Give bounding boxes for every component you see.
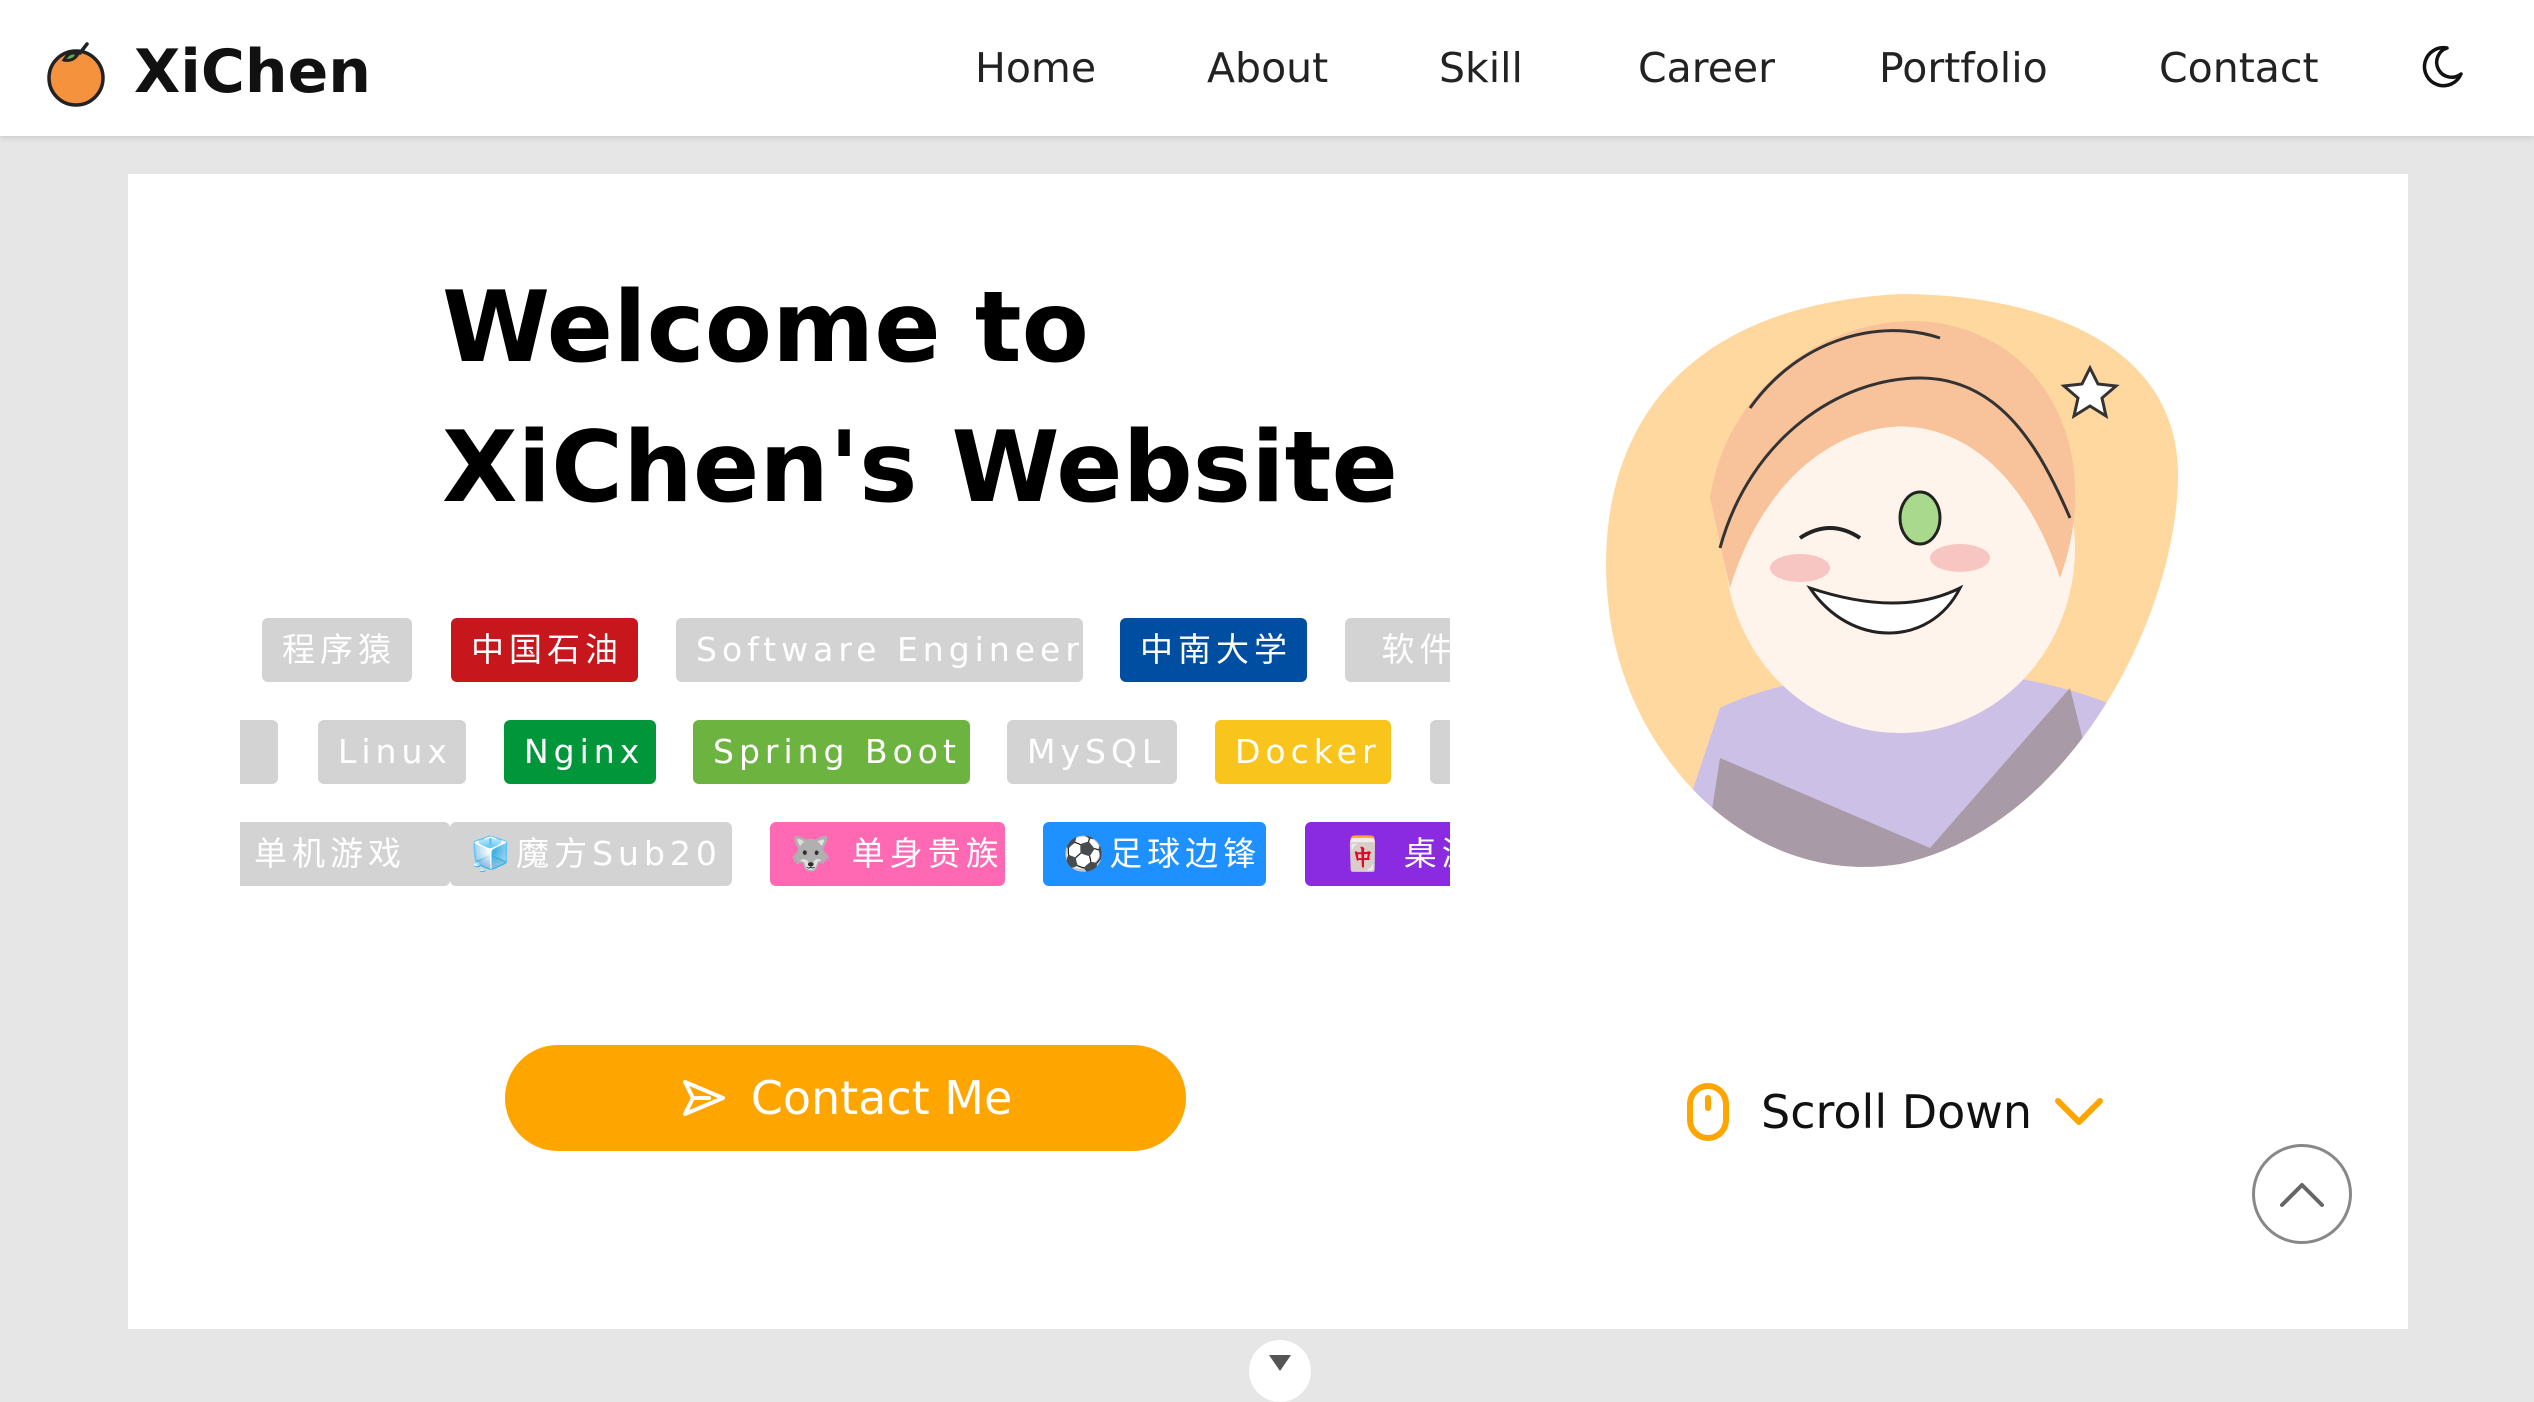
tag: 中国石油 bbox=[451, 618, 638, 682]
nav-portfolio[interactable]: Portfolio bbox=[1879, 44, 2048, 92]
send-icon bbox=[682, 1080, 725, 1116]
tag: MySQL bbox=[1007, 720, 1177, 784]
contact-me-button[interactable]: Contact Me bbox=[505, 1045, 1186, 1151]
next-section-button[interactable] bbox=[1249, 1340, 1311, 1402]
mouse-icon bbox=[1687, 1083, 1729, 1141]
chevron-up-icon bbox=[2280, 1183, 2324, 1207]
avatar bbox=[1606, 294, 2179, 867]
hero-title-line1: Welcome to bbox=[442, 271, 1089, 385]
tag: 🐺 单身贵族 bbox=[770, 822, 1005, 886]
chevron-down-icon bbox=[1269, 1355, 1291, 1371]
tag: 🀄 桌游达 bbox=[1305, 822, 1450, 886]
brand[interactable]: XiChen bbox=[40, 32, 371, 112]
nav-about[interactable]: About bbox=[1207, 44, 1328, 92]
nav-home[interactable]: Home bbox=[975, 44, 1096, 92]
tag: 程序猿 bbox=[262, 618, 412, 682]
tag: 中南大学 bbox=[1120, 618, 1307, 682]
tag: Spring Boot bbox=[693, 720, 970, 784]
tag-cloud: 程序猿 中国石油 Software Engineer 中南大学 软件工 本 Li… bbox=[240, 612, 1450, 892]
tag: 🧊魔方Sub20 bbox=[450, 822, 732, 886]
moon-icon[interactable] bbox=[2417, 42, 2467, 92]
tag: Software Engineer bbox=[676, 618, 1083, 682]
back-to-top-button[interactable] bbox=[2252, 1144, 2352, 1244]
tag: ⚽足球边锋 bbox=[1043, 822, 1266, 886]
brand-name: XiChen bbox=[134, 37, 371, 107]
tag: Linux bbox=[318, 720, 466, 784]
contact-me-label: Contact Me bbox=[750, 1071, 1013, 1125]
scroll-down[interactable]: Scroll Down bbox=[1685, 1072, 2104, 1152]
tag: Docker bbox=[1215, 720, 1391, 784]
tag: 本 bbox=[240, 720, 278, 784]
tag bbox=[1430, 720, 1450, 784]
nav-contact[interactable]: Contact bbox=[2159, 44, 2319, 92]
nav-skill[interactable]: Skill bbox=[1439, 44, 1523, 92]
orange-logo-icon bbox=[47, 42, 105, 107]
navbar: XiChen Home About Skill Career Portfolio… bbox=[0, 0, 2534, 136]
hero-title: Welcome to XiChen's Website bbox=[442, 258, 1398, 538]
tag: 软件工 bbox=[1345, 618, 1450, 682]
tag: Nginx bbox=[504, 720, 656, 784]
nav-career[interactable]: Career bbox=[1638, 44, 1775, 92]
tag: 单机游戏 bbox=[240, 822, 450, 886]
scroll-down-label: Scroll Down bbox=[1761, 1085, 2033, 1139]
chevron-down-icon bbox=[2055, 1098, 2104, 1125]
hero-title-line2: XiChen's Website bbox=[442, 411, 1398, 525]
